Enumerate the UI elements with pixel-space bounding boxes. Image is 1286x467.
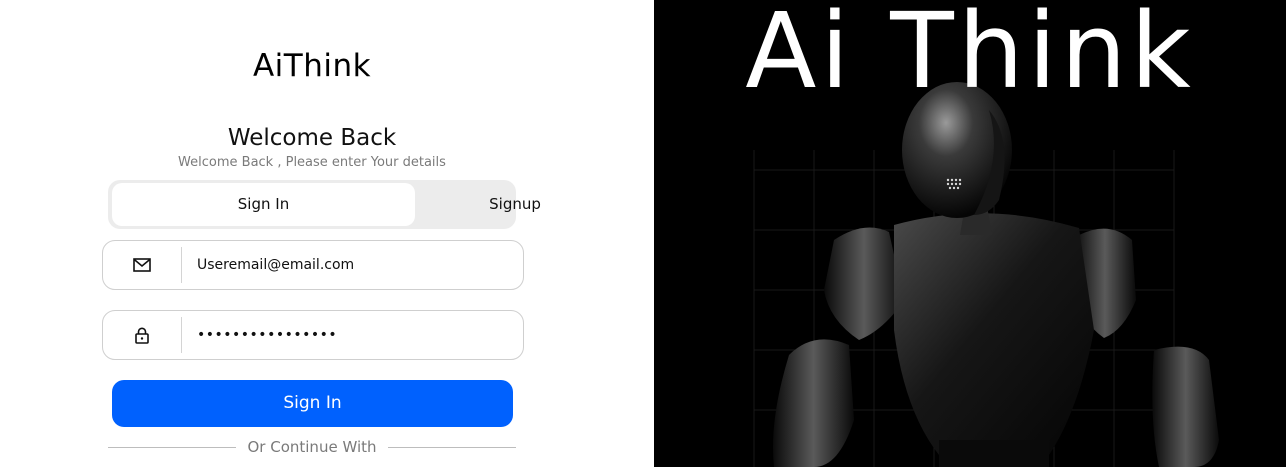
password-field-container: •••••••••••••••• <box>102 310 524 360</box>
hero-title: Ai Think <box>745 0 1195 112</box>
welcome-heading: Welcome Back <box>227 125 397 151</box>
continue-with-divider: Or Continue With <box>108 438 516 458</box>
tab-sign-in[interactable]: Sign In <box>112 183 415 226</box>
email-input[interactable] <box>197 241 507 289</box>
mail-icon <box>103 241 181 289</box>
welcome-subtitle: Welcome Back , Please enter Your details <box>178 155 446 170</box>
field-divider <box>181 317 182 353</box>
brand-logo-text: AiThink <box>252 48 372 84</box>
lock-icon <box>103 311 181 359</box>
login-panel: AiThink Welcome Back Welcome Back , Plea… <box>0 0 654 467</box>
sign-in-button[interactable]: Sign In <box>112 380 513 427</box>
field-divider <box>181 247 182 283</box>
password-input[interactable] <box>197 311 507 359</box>
auth-tab-switcher: Sign In Signup <box>108 180 541 229</box>
email-field-container <box>102 240 524 290</box>
divider-line-right <box>388 447 516 448</box>
hero-panel: Ai Think <box>654 0 1286 467</box>
tab-signup[interactable]: Signup <box>415 183 615 226</box>
